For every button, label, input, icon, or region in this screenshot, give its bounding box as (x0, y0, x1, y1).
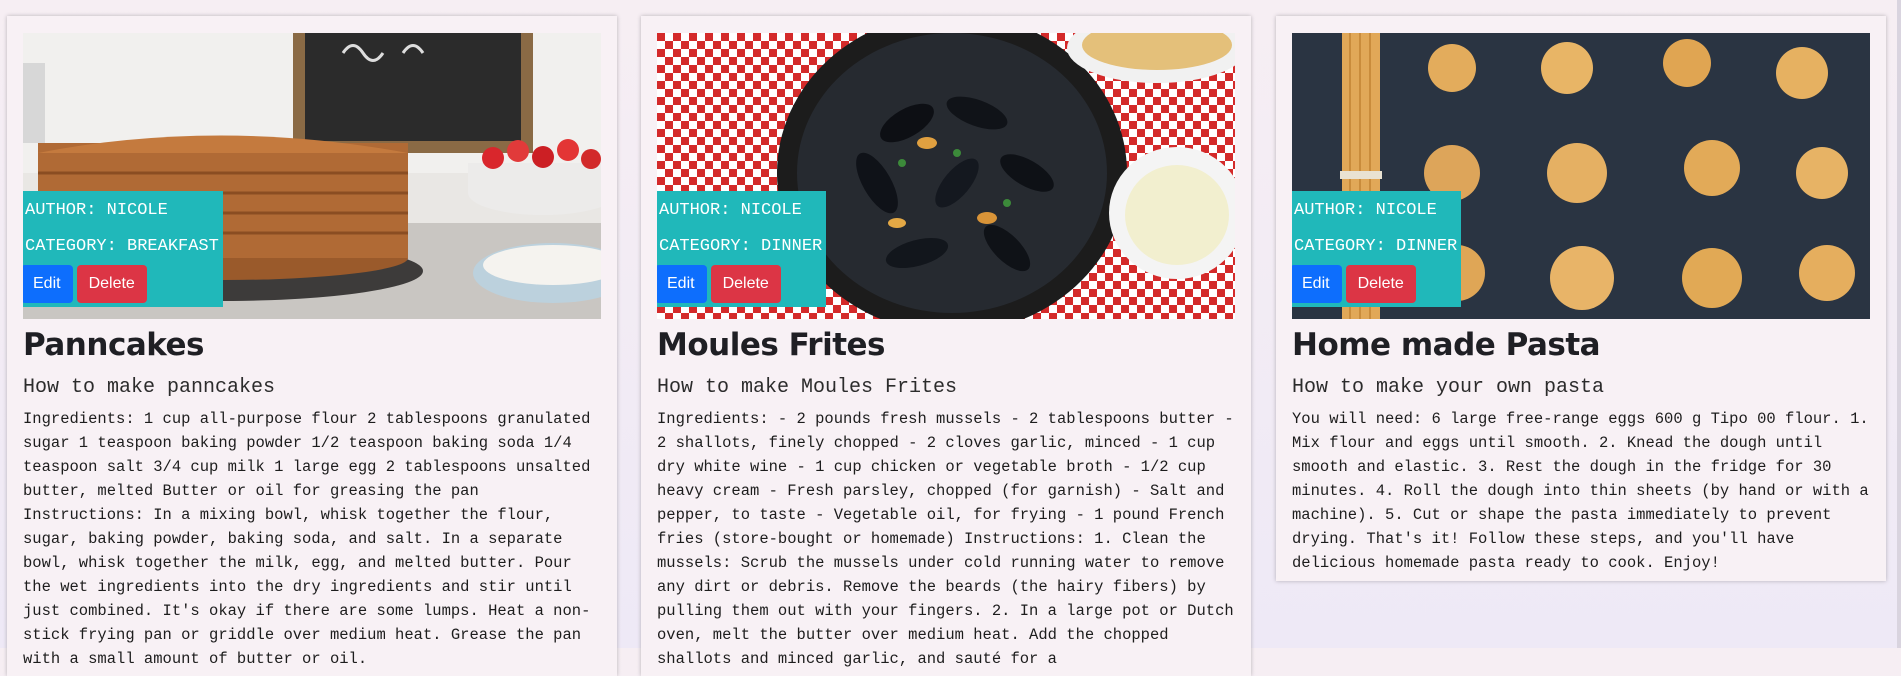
category-label: CATEGORY: DINNER (659, 237, 823, 256)
recipe-image-home-made-pasta: AUTHOR: NICOLE CATEGORY: DINNER Edit Del… (1292, 33, 1870, 319)
recipe-card-list: AUTHOR: NICOLE CATEGORY: BREAKFAST Edit … (0, 0, 1901, 676)
author-label: AUTHOR: NICOLE (25, 201, 168, 220)
recipe-meta-box: AUTHOR: NICOLE CATEGORY: DINNER Edit Del… (1292, 191, 1462, 307)
recipe-card: AUTHOR: NICOLE CATEGORY: DINNER Edit Del… (1276, 16, 1886, 581)
author-label: AUTHOR: NICOLE (659, 201, 802, 220)
delete-button[interactable]: Delete (76, 265, 147, 303)
recipe-title: Panncakes (23, 327, 205, 363)
delete-button[interactable]: Delete (710, 265, 781, 303)
recipe-title: Moules Frites (657, 327, 886, 363)
recipe-body: Ingredients: 1 cup all-purpose flour 2 t… (23, 410, 591, 668)
recipe-image-moules-frites: AUTHOR: NICOLE CATEGORY: DINNER Edit Del… (657, 33, 1235, 319)
recipe-subtitle: How to make panncakes (23, 376, 276, 399)
category-label: CATEGORY: BREAKFAST (25, 237, 219, 256)
recipe-card: AUTHOR: NICOLE CATEGORY: BREAKFAST Edit … (7, 16, 617, 676)
edit-button[interactable]: Edit (23, 265, 73, 303)
recipe-meta-box: AUTHOR: NICOLE CATEGORY: DINNER Edit Del… (657, 191, 827, 307)
delete-button[interactable]: Delete (1345, 265, 1416, 303)
recipe-title: Home made Pasta (1292, 327, 1601, 363)
recipe-body: You will need: 6 large free-range eggs 6… (1292, 410, 1869, 572)
recipe-actions: Edit Delete (23, 265, 219, 303)
recipe-subtitle: How to make your own pasta (1292, 376, 1605, 399)
recipe-actions: Edit Delete (657, 265, 822, 303)
recipe-meta-box: AUTHOR: NICOLE CATEGORY: BREAKFAST Edit … (23, 191, 223, 307)
recipe-image-panncakes: AUTHOR: NICOLE CATEGORY: BREAKFAST Edit … (23, 33, 601, 319)
recipe-subtitle: How to make Moules Frites (657, 376, 958, 399)
author-label: AUTHOR: NICOLE (1294, 201, 1437, 220)
category-label: CATEGORY: DINNER (1294, 237, 1458, 256)
edit-button[interactable]: Edit (1292, 265, 1342, 303)
recipe-card: AUTHOR: NICOLE CATEGORY: DINNER Edit Del… (641, 16, 1251, 676)
recipe-body: Ingredients: - 2 pounds fresh mussels - … (657, 410, 1234, 668)
window-scrollbar[interactable] (1897, 0, 1901, 648)
edit-button[interactable]: Edit (657, 265, 707, 303)
recipe-actions: Edit Delete (1292, 265, 1457, 303)
